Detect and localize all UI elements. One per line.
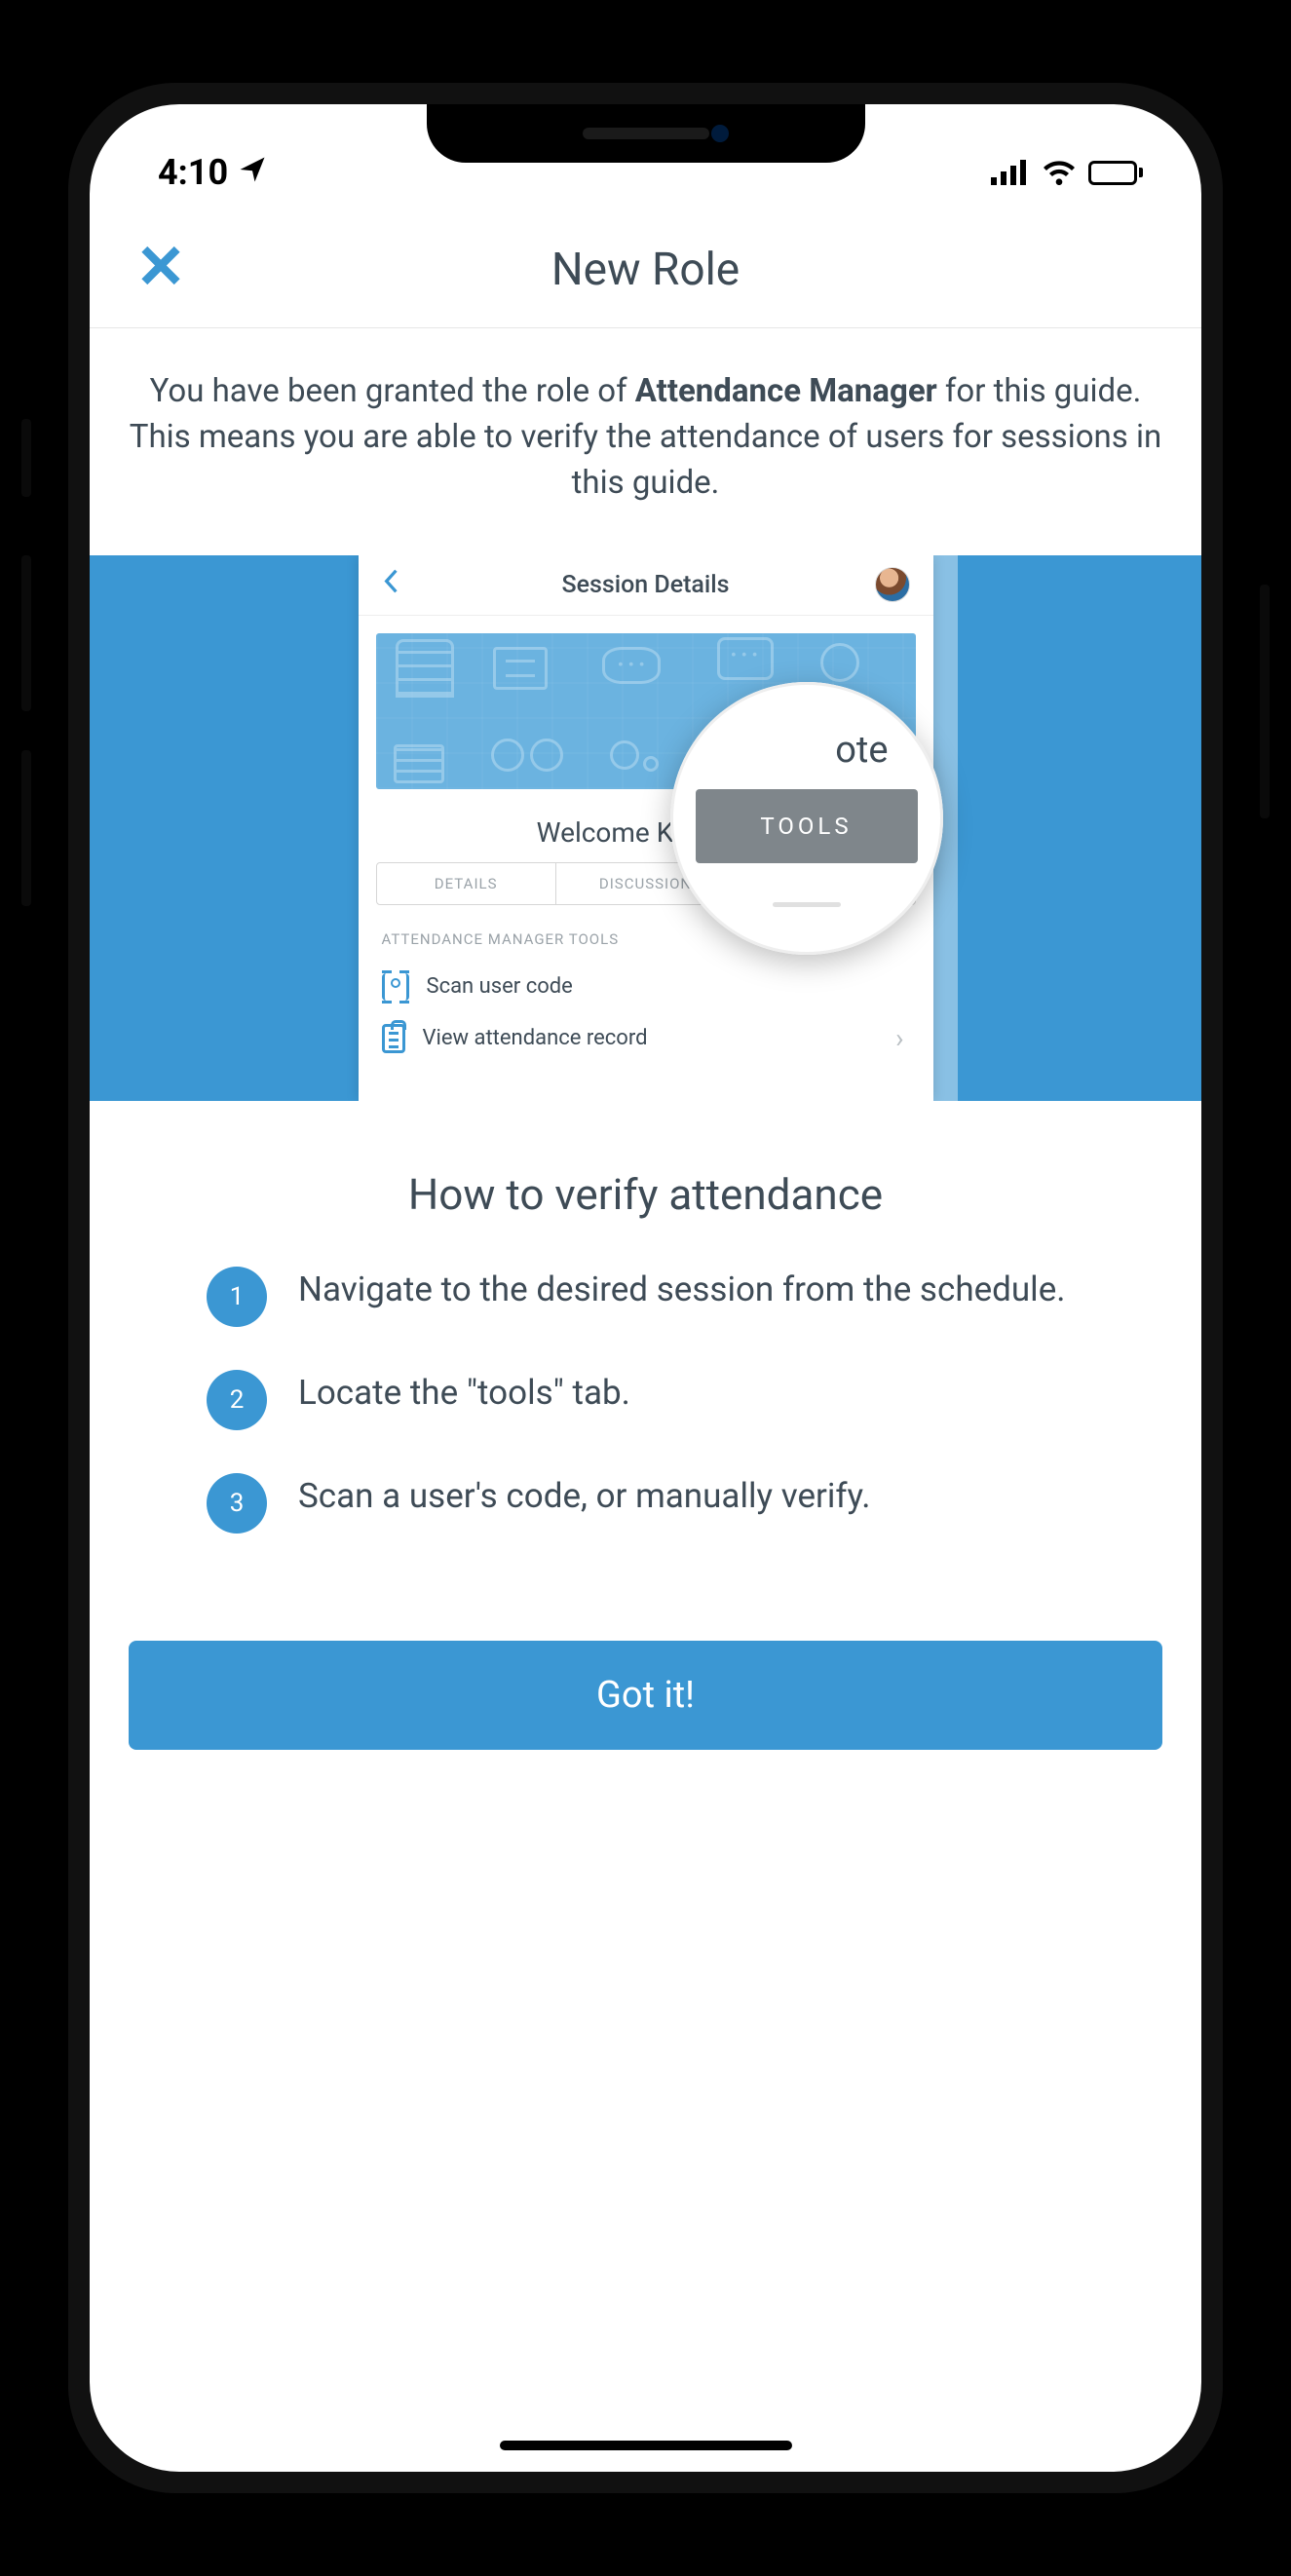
page-title: New Role — [551, 244, 740, 296]
step-1: 1 Navigate to the desired session from t… — [207, 1267, 1084, 1327]
mute-switch — [21, 419, 31, 497]
screen: 4:10 — [90, 104, 1201, 2472]
magnified-title-fragment: ote — [835, 729, 917, 772]
step-text: Navigate to the desired session from the… — [298, 1267, 1065, 1312]
tab-details: DETAILS — [377, 863, 556, 904]
drag-handle-icon — [773, 902, 841, 907]
illustration: Session Details Welcome Keynote DETAILS … — [90, 555, 1201, 1101]
device-notch — [427, 104, 865, 163]
scan-user-code-row: Scan user code — [359, 962, 933, 1012]
power-button — [1260, 585, 1270, 818]
view-attendance-label: View attendance record — [423, 1026, 648, 1050]
view-attendance-row: View attendance record › — [359, 1012, 933, 1065]
wifi-icon — [1042, 160, 1077, 185]
step-3: 3 Scan a user's code, or manually verify… — [207, 1473, 1084, 1534]
clipboard-icon — [382, 1024, 405, 1053]
role-name: Attendance Manager — [635, 372, 937, 410]
chevron-right-icon: › — [895, 1022, 903, 1054]
got-it-button[interactable]: Got it! — [129, 1641, 1162, 1750]
back-chevron-icon — [382, 569, 399, 601]
scan-icon — [382, 973, 409, 1001]
magnifier-callout: ote TOOLS — [670, 682, 943, 955]
volume-up-button — [21, 555, 31, 711]
step-text: Scan a user's code, or manually verify. — [298, 1473, 871, 1519]
intro-paragraph: You have been granted the role of Attend… — [90, 328, 1201, 555]
step-number-badge: 1 — [207, 1267, 267, 1327]
device-frame: 4:10 — [29, 29, 1262, 2547]
modal-header: New Role — [90, 211, 1201, 328]
home-indicator[interactable] — [500, 2441, 792, 2450]
step-number-badge: 2 — [207, 1370, 267, 1430]
step-text: Locate the "tools" tab. — [298, 1370, 630, 1416]
mini-header-title: Session Details — [561, 571, 729, 599]
close-icon[interactable] — [136, 241, 185, 298]
battery-icon — [1088, 161, 1143, 185]
location-icon — [238, 152, 267, 193]
volume-down-button — [21, 750, 31, 906]
mini-phone-mock: Session Details Welcome Keynote DETAILS … — [359, 555, 933, 1101]
step-number-badge: 3 — [207, 1473, 267, 1534]
cellular-signal-icon — [991, 160, 1030, 185]
step-2: 2 Locate the "tools" tab. — [207, 1370, 1084, 1430]
intro-prefix: You have been granted the role of — [150, 372, 635, 410]
clock: 4:10 — [158, 152, 228, 193]
howto-section: How to verify attendance 1 Navigate to t… — [90, 1101, 1201, 1534]
howto-title: How to verify attendance — [207, 1169, 1084, 1220]
avatar — [875, 567, 910, 602]
magnified-tools-tab: TOOLS — [696, 789, 918, 863]
scan-user-code-label: Scan user code — [427, 974, 573, 999]
